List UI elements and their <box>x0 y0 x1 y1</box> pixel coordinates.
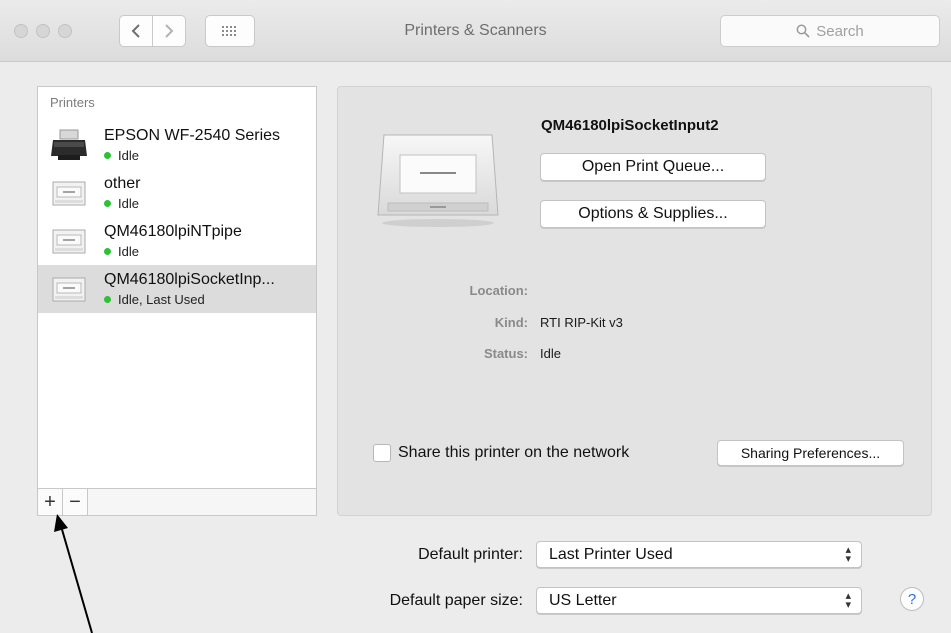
printers-scanners-window: Printers & Scanners Search Printers EPSO… <box>0 0 951 633</box>
annotation-arrow-icon <box>54 514 93 633</box>
